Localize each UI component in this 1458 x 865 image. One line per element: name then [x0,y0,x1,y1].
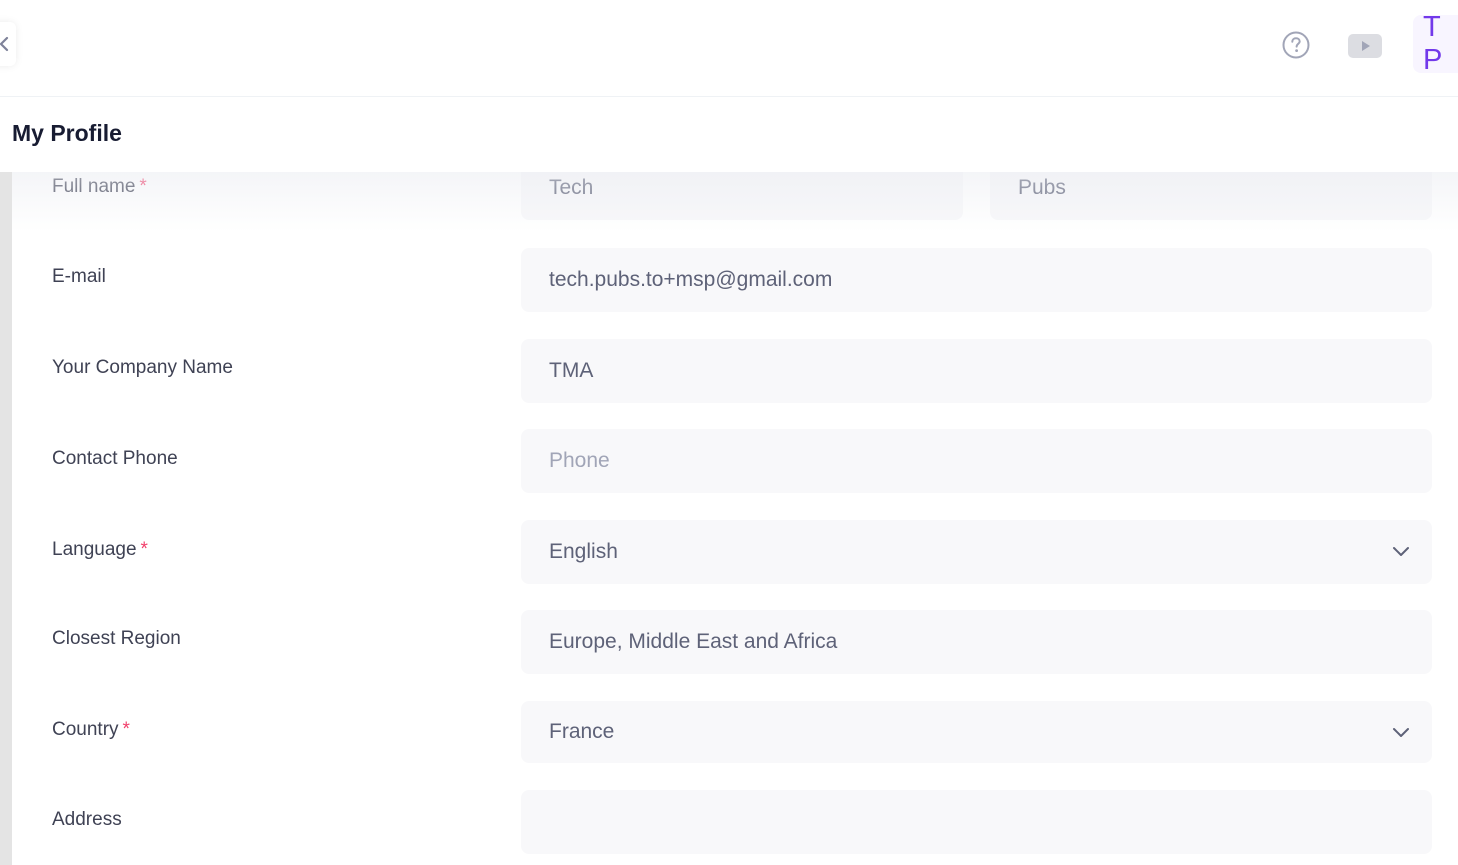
question-circle-icon [1282,31,1310,59]
phone-input[interactable]: Phone [521,429,1432,493]
language-value: English [549,540,618,563]
left-divider [0,172,12,865]
help-button[interactable] [1281,30,1311,60]
phone-label: Contact Phone [52,448,178,469]
page-title: My Profile [12,120,122,146]
first-name-input[interactable]: Tech [521,172,963,220]
first-name-value: Tech [549,176,594,199]
play-video-icon [1348,34,1382,58]
language-label: Language * [52,539,148,560]
page-header: My Profile [0,98,1458,172]
phone-row: Contact Phone Phone [12,429,1458,493]
avatar-initials: T P [1423,11,1445,76]
company-label: Your Company Name [52,357,233,378]
sidebar-collapse-button[interactable] [0,22,16,66]
address-label: Address [52,809,122,830]
full-name-row: Full name * Tech Pubs [12,172,1458,220]
company-row: Your Company Name TMA [12,339,1458,403]
country-select[interactable]: France [521,701,1432,763]
country-row: Country * France [12,701,1458,765]
language-row: Language * English [12,520,1458,584]
user-avatar[interactable]: T P [1413,11,1458,76]
region-value: Europe, Middle East and Africa [549,630,838,653]
email-value: tech.pubs.to+msp@gmail.com [549,268,833,291]
last-name-input[interactable]: Pubs [990,172,1432,220]
chevron-down-icon [1393,547,1409,556]
email-row: E-mail tech.pubs.to+msp@gmail.com [12,248,1458,312]
company-name-input[interactable]: TMA [521,339,1432,403]
top-bar: T P [0,0,1458,97]
email-label: E-mail [52,266,106,287]
required-mark: * [139,176,147,197]
required-mark: * [122,719,130,740]
region-label: Closest Region [52,628,181,649]
address-row: Address [12,790,1458,854]
profile-form: Full name * Tech Pubs E-mail tech.pubs.to… [12,172,1458,865]
phone-placeholder: Phone [549,449,610,472]
address-input[interactable] [521,790,1432,854]
full-name-label: Full name * [52,176,147,197]
video-tutorial-button[interactable] [1347,33,1383,59]
chevron-down-icon [1393,728,1409,737]
company-value: TMA [549,359,594,382]
email-field[interactable]: tech.pubs.to+msp@gmail.com [521,248,1432,312]
country-value: France [549,720,615,743]
required-mark: * [140,539,148,560]
country-label: Country * [52,719,130,740]
region-row: Closest Region Europe, Middle East and A… [12,610,1458,674]
last-name-value: Pubs [1018,176,1066,199]
chevron-left-icon [0,36,9,52]
region-field[interactable]: Europe, Middle East and Africa [521,610,1432,674]
language-select[interactable]: English [521,520,1432,584]
